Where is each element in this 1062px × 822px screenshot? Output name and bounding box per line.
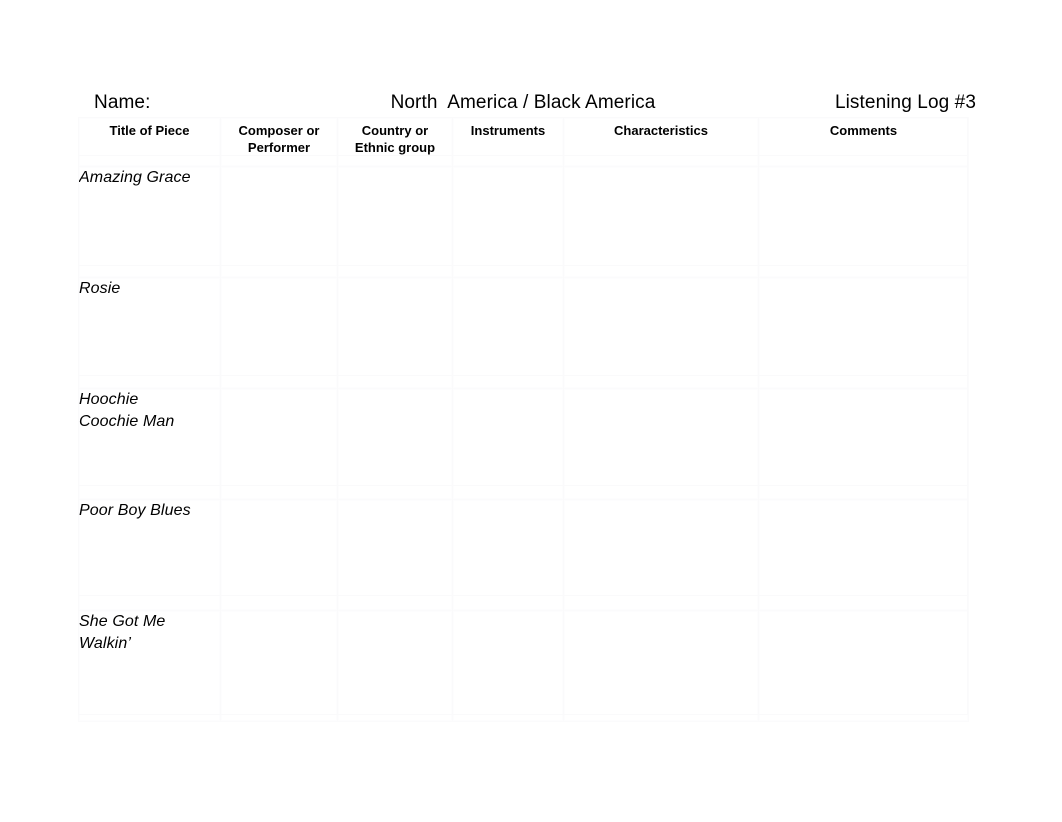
cell-instruments[interactable] bbox=[452, 610, 564, 722]
cell-instruments[interactable] bbox=[452, 499, 564, 611]
cell-characteristics[interactable] bbox=[563, 277, 759, 389]
cell-title: Hoochie Coochie Man bbox=[78, 388, 221, 500]
cell-country[interactable] bbox=[337, 388, 453, 500]
cell-composer[interactable] bbox=[220, 166, 338, 278]
column-header-composer: Composer or Performer bbox=[220, 117, 338, 167]
worksheet-page: Name: North America / Black America List… bbox=[0, 0, 1062, 822]
cell-instruments[interactable] bbox=[452, 166, 564, 278]
cell-composer[interactable] bbox=[220, 499, 338, 611]
cell-country[interactable] bbox=[337, 166, 453, 278]
table-row: She Got Me Walkin’ bbox=[78, 610, 969, 722]
cell-country[interactable] bbox=[337, 610, 453, 722]
table-body: Amazing Grace Rosie Hoochie Coochie Man bbox=[78, 166, 969, 722]
cell-composer[interactable] bbox=[220, 388, 338, 500]
table-row: Rosie bbox=[78, 277, 969, 389]
document-header: Name: North America / Black America List… bbox=[78, 90, 976, 116]
cell-title: Amazing Grace bbox=[78, 166, 221, 278]
cell-title: She Got Me Walkin’ bbox=[78, 610, 221, 722]
cell-characteristics[interactable] bbox=[563, 388, 759, 500]
cell-title: Rosie bbox=[78, 277, 221, 389]
cell-comments[interactable] bbox=[758, 388, 969, 500]
table-row: Amazing Grace bbox=[78, 166, 969, 278]
cell-comments[interactable] bbox=[758, 166, 969, 278]
cell-characteristics[interactable] bbox=[563, 166, 759, 278]
cell-instruments[interactable] bbox=[452, 277, 564, 389]
column-header-instruments: Instruments bbox=[452, 117, 564, 167]
cell-comments[interactable] bbox=[758, 610, 969, 722]
cell-title: Poor Boy Blues bbox=[78, 499, 221, 611]
table-header-row: Title of Piece Composer or Performer Cou… bbox=[78, 117, 969, 167]
cell-comments[interactable] bbox=[758, 277, 969, 389]
cell-comments[interactable] bbox=[758, 499, 969, 611]
cell-characteristics[interactable] bbox=[563, 499, 759, 611]
column-header-title: Title of Piece bbox=[78, 117, 221, 167]
column-header-characteristics: Characteristics bbox=[563, 117, 759, 167]
table-row: Hoochie Coochie Man bbox=[78, 388, 969, 500]
column-header-country: Country or Ethnic group bbox=[337, 117, 453, 167]
cell-country[interactable] bbox=[337, 499, 453, 611]
listening-log-table: Title of Piece Composer or Performer Cou… bbox=[78, 117, 969, 722]
cell-composer[interactable] bbox=[220, 277, 338, 389]
cell-country[interactable] bbox=[337, 277, 453, 389]
cell-characteristics[interactable] bbox=[563, 610, 759, 722]
column-header-comments: Comments bbox=[758, 117, 969, 167]
cell-instruments[interactable] bbox=[452, 388, 564, 500]
listening-log-number: Listening Log #3 bbox=[834, 92, 976, 113]
table-row: Poor Boy Blues bbox=[78, 499, 969, 611]
cell-composer[interactable] bbox=[220, 610, 338, 722]
